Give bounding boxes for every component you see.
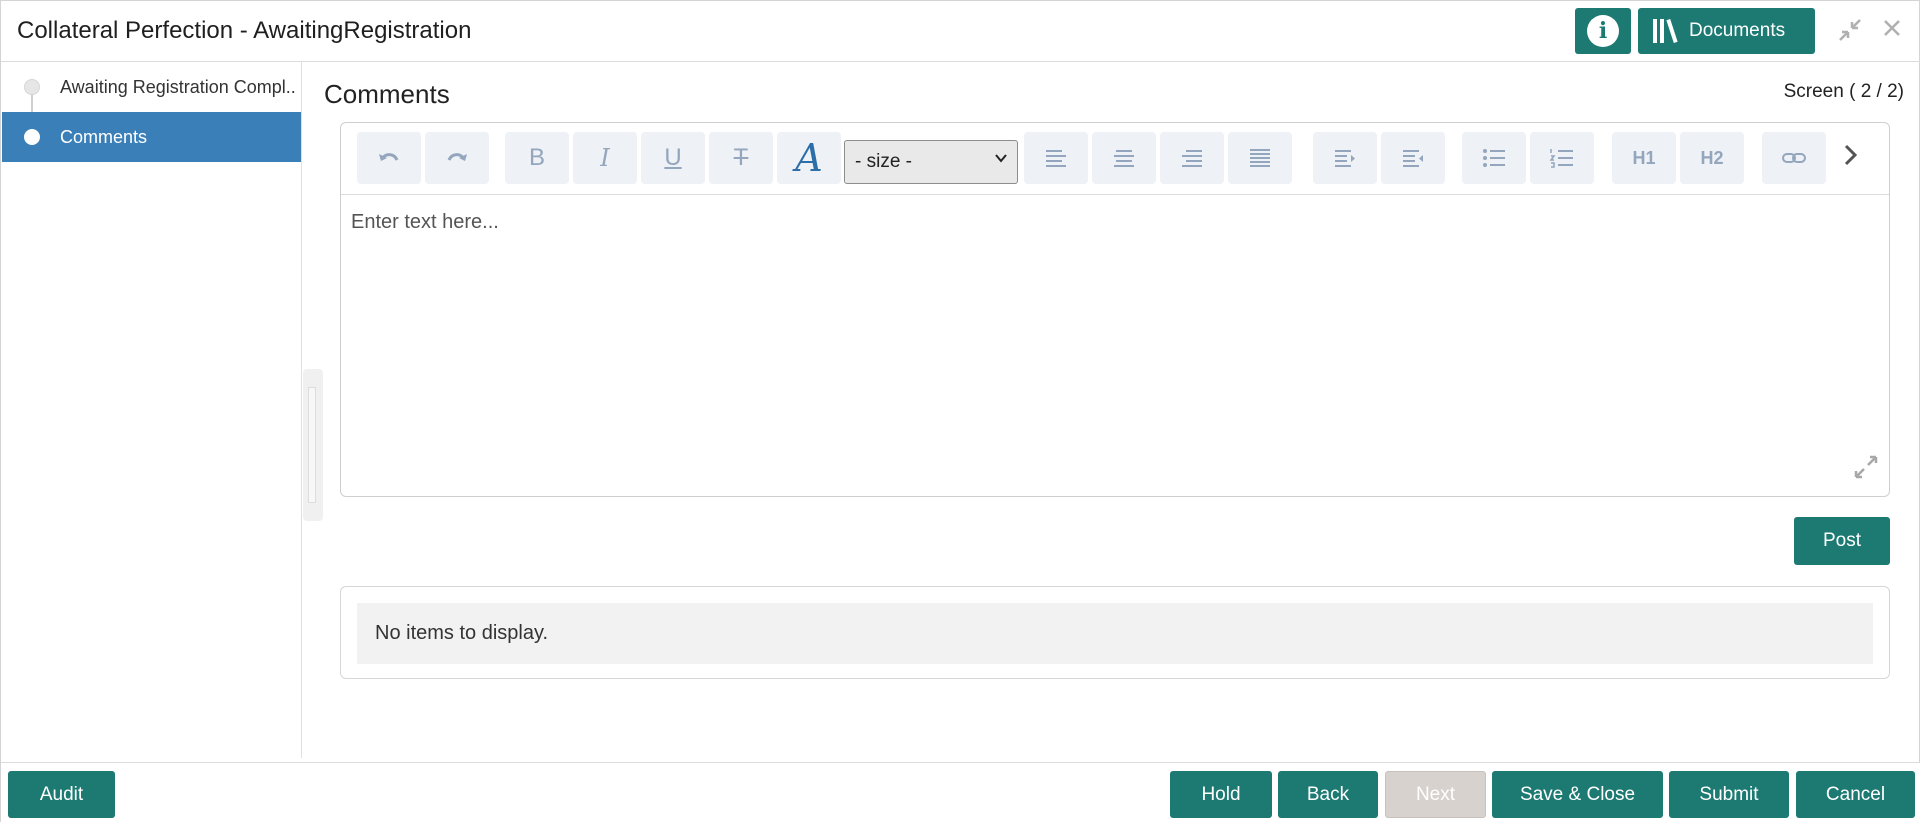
hold-button[interactable]: Hold [1170, 771, 1272, 818]
comments-list: No items to display. [340, 586, 1890, 679]
audit-button[interactable]: Audit [8, 771, 115, 818]
bulleted-list-button[interactable] [1462, 132, 1526, 184]
info-icon: i [1587, 15, 1619, 47]
font-color-button[interactable]: A [777, 132, 841, 184]
header-bar: Collateral Perfection - AwaitingRegistra… [1, 1, 1920, 62]
step-dot-icon [24, 129, 40, 145]
editor-toolbar: B I U T A - size - H1 H2 [341, 123, 1889, 195]
next-button[interactable]: Next [1385, 771, 1486, 818]
screen-counter: Screen ( 2 / 2) [1783, 81, 1904, 102]
align-center-icon [1114, 150, 1134, 167]
undo-icon [379, 153, 399, 161]
cancel-button[interactable]: Cancel [1796, 771, 1915, 818]
heading2-icon: H2 [1700, 147, 1724, 168]
save-close-button[interactable]: Save & Close [1492, 771, 1663, 818]
undo-button[interactable] [357, 132, 421, 184]
font-size-select[interactable]: - size - [844, 140, 1018, 184]
bulleted-list-icon [1483, 149, 1505, 167]
font-size-value: - size - [855, 151, 912, 172]
redo-button[interactable] [425, 132, 489, 184]
post-button[interactable]: Post [1794, 517, 1890, 565]
italic-icon: I [600, 144, 610, 172]
comment-text-area[interactable]: Enter text here... [351, 211, 499, 234]
bold-icon: B [528, 144, 545, 171]
underline-icon: U [664, 144, 682, 171]
indent-button[interactable] [1313, 132, 1377, 184]
indent-icon [1335, 150, 1355, 167]
page-title: Collateral Perfection - AwaitingRegistra… [17, 17, 472, 44]
align-justify-icon [1250, 149, 1270, 167]
sidebar-item-label: Awaiting Registration Compl... [60, 76, 296, 97]
minimize-icon[interactable] [1837, 17, 1863, 50]
underline-button[interactable]: U [641, 132, 705, 184]
link-button[interactable] [1762, 132, 1826, 184]
sidebar-item-label: Comments [60, 126, 148, 147]
align-left-icon [1046, 150, 1066, 167]
align-right-button[interactable] [1160, 132, 1224, 184]
rich-text-editor: B I U T A - size - H1 H2 Enter text here… [340, 122, 1890, 497]
back-button[interactable]: Back [1278, 771, 1378, 818]
expand-icon[interactable] [1853, 454, 1879, 486]
strikethrough-icon: T [733, 144, 749, 171]
sidebar-item-awaiting-registration[interactable]: Awaiting Registration Compl... [2, 62, 301, 112]
sidebar-item-comments[interactable]: Comments [2, 112, 301, 162]
outdent-button[interactable] [1381, 132, 1445, 184]
footer-bar: Audit Hold Back Next Save & Close Submit… [1, 762, 1920, 823]
info-button[interactable]: i [1575, 8, 1631, 54]
empty-message: No items to display. [357, 603, 1873, 664]
splitter-grip[interactable] [308, 387, 316, 503]
align-left-button[interactable] [1024, 132, 1088, 184]
chevron-down-icon [993, 150, 1009, 171]
heading1-icon: H1 [1632, 147, 1656, 168]
strikethrough-button[interactable]: T [709, 132, 773, 184]
app-window: Collateral Perfection - AwaitingRegistra… [0, 0, 1920, 823]
section-title: Comments [324, 79, 450, 109]
outdent-icon [1403, 150, 1423, 167]
italic-button[interactable]: I [573, 132, 637, 184]
close-icon[interactable] [1881, 17, 1903, 46]
numbered-list-button[interactable] [1530, 132, 1594, 184]
heading2-button[interactable]: H2 [1680, 132, 1744, 184]
align-justify-button[interactable] [1228, 132, 1292, 184]
documents-label: Documents [1689, 20, 1786, 41]
align-right-icon [1182, 150, 1202, 167]
more-chevron-icon[interactable] [1841, 141, 1861, 177]
numbered-list-icon [1549, 149, 1573, 168]
documents-button[interactable]: Documents [1638, 8, 1815, 54]
submit-button[interactable]: Submit [1669, 771, 1789, 818]
library-icon [1653, 18, 1678, 44]
align-center-button[interactable] [1092, 132, 1156, 184]
redo-icon [447, 153, 467, 161]
step-dot-icon [24, 79, 40, 95]
sidebar-splitter[interactable] [303, 369, 323, 521]
bold-button[interactable]: B [505, 132, 569, 184]
step-sidebar: Awaiting Registration Compl... Comments [2, 62, 302, 758]
heading1-button[interactable]: H1 [1612, 132, 1676, 184]
font-color-icon: A [795, 136, 823, 180]
link-icon [1782, 153, 1806, 163]
